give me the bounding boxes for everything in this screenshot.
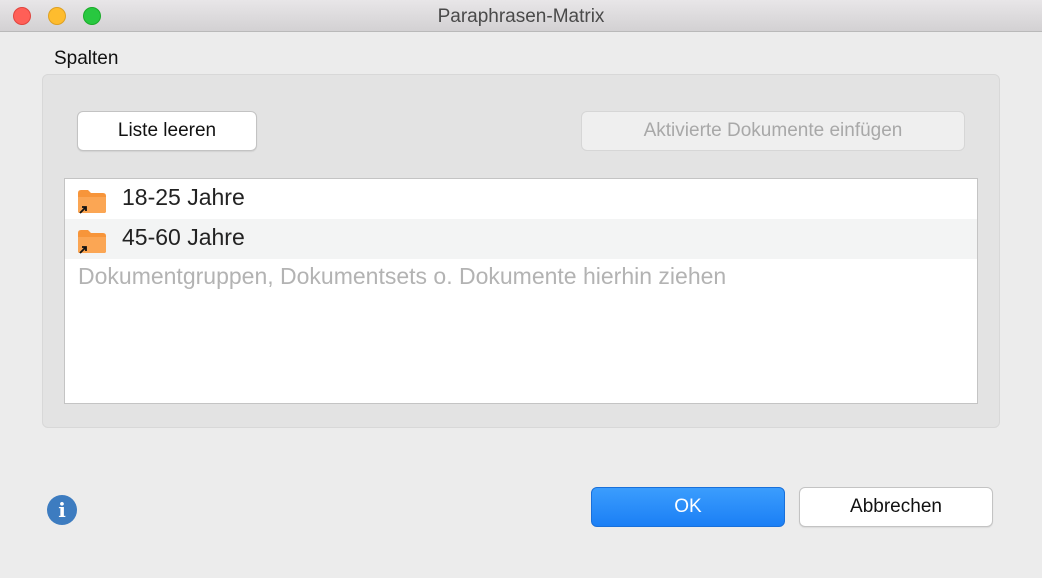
title-bar: Paraphrasen-Matrix	[0, 0, 1042, 32]
window-title: Paraphrasen-Matrix	[437, 6, 605, 27]
list-item-label: 18-25 Jahre	[122, 184, 245, 210]
folder-link-icon	[78, 230, 106, 254]
info-icon[interactable]: i	[47, 495, 77, 525]
insert-activated-documents-button[interactable]: Aktivierte Dokumente einfügen	[581, 111, 965, 151]
columns-section-label: Spalten	[54, 48, 119, 69]
ok-button[interactable]: OK	[591, 487, 785, 527]
drop-placeholder-text: Dokumentgruppen, Dokumentsets o. Dokumen…	[78, 263, 727, 289]
clear-list-button[interactable]: Liste leeren	[77, 111, 257, 151]
list-item-label: 45-60 Jahre	[122, 224, 245, 250]
list-item[interactable]: 45-60 Jahre	[65, 219, 977, 259]
folder-link-icon	[78, 190, 106, 214]
cancel-button[interactable]: Abbrechen	[799, 487, 993, 527]
list-item[interactable]: 18-25 Jahre	[65, 179, 977, 219]
columns-list[interactable]: 18-25 Jahre 45-60 Jahre Dokumentgruppen,…	[64, 178, 978, 404]
